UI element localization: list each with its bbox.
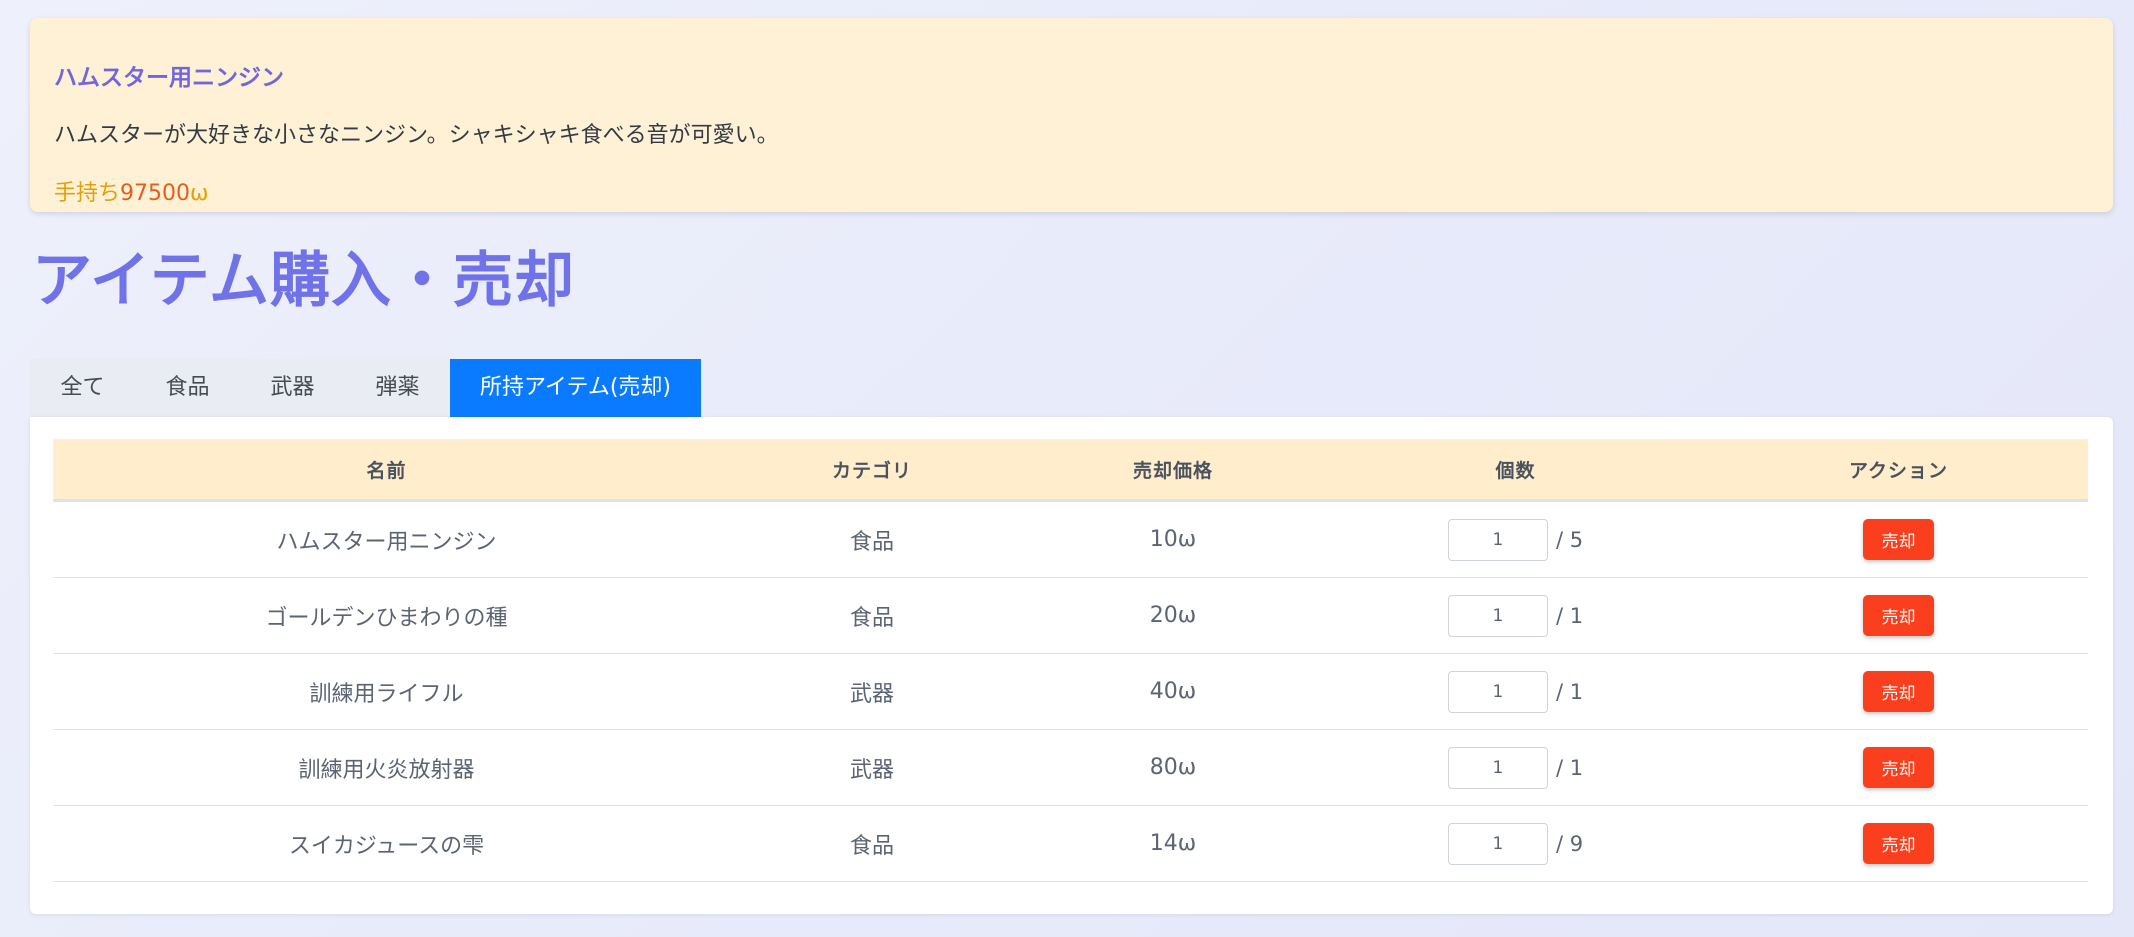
column-header-action: アクション <box>1709 439 2088 502</box>
table-row: ゴールデンひまわりの種 食品 20ω / 1 売却 <box>53 577 2088 654</box>
sell-button[interactable]: 売却 <box>1863 595 1934 636</box>
item-category: 武器 <box>720 653 1024 730</box>
item-name: ゴールデンひまわりの種 <box>53 577 720 654</box>
item-quantity-cell: / 1 <box>1322 577 1709 654</box>
item-category: 武器 <box>720 729 1024 806</box>
tab-owned-items-sell[interactable]: 所持アイテム(売却) <box>450 359 701 417</box>
quantity-max: / 5 <box>1555 527 1584 552</box>
tab-ammo[interactable]: 弾薬 <box>345 359 450 417</box>
item-quantity-cell: / 5 <box>1322 500 1709 578</box>
item-category: 食品 <box>720 577 1024 654</box>
item-info-card: ハムスター用ニンジン ハムスターが大好きな小さなニンジン。シャキシャキ食べる音が… <box>30 18 2113 212</box>
table-row: 訓練用火炎放射器 武器 80ω / 1 売却 <box>53 729 2088 806</box>
item-price: 10ω <box>1024 500 1322 578</box>
item-name: 訓練用ライフル <box>53 653 720 730</box>
sell-button[interactable]: 売却 <box>1863 671 1934 712</box>
column-header-name: 名前 <box>53 439 720 502</box>
item-action-cell: 売却 <box>1709 500 2088 578</box>
item-info-description: ハムスターが大好きな小さなニンジン。シャキシャキ食べる音が可愛い。 <box>54 123 779 148</box>
item-action-cell: 売却 <box>1709 653 2088 730</box>
item-action-cell: 売却 <box>1709 577 2088 654</box>
item-name: ハムスター用ニンジン <box>53 500 720 578</box>
quantity-input[interactable] <box>1447 518 1548 561</box>
tab-weapons[interactable]: 武器 <box>240 359 345 417</box>
quantity-max: / 9 <box>1555 831 1584 856</box>
money-unit: ω <box>190 181 209 206</box>
quantity-input[interactable] <box>1447 670 1548 713</box>
tab-all[interactable]: 全て <box>30 359 135 417</box>
page-title: アイテム購入・売却 <box>32 246 575 316</box>
item-price: 14ω <box>1024 805 1322 882</box>
column-header-quantity: 個数 <box>1322 439 1709 502</box>
item-quantity-cell: / 1 <box>1322 729 1709 806</box>
sell-button[interactable]: 売却 <box>1863 823 1934 864</box>
item-name: スイカジュースの雫 <box>53 805 720 882</box>
item-name: 訓練用火炎放射器 <box>53 729 720 806</box>
column-header-price: 売却価格 <box>1024 439 1322 502</box>
item-price: 80ω <box>1024 729 1322 806</box>
item-info-title: ハムスター用ニンジン <box>54 65 284 91</box>
money-amount: 97500 <box>120 181 191 206</box>
money-label: 手持ち <box>54 181 121 206</box>
quantity-input[interactable] <box>1447 822 1548 865</box>
quantity-max: / 1 <box>1555 679 1584 704</box>
item-action-cell: 売却 <box>1709 805 2088 882</box>
money-display: 手持ち97500ω <box>54 175 208 207</box>
table-header-row: 名前 カテゴリ 売却価格 個数 アクション <box>53 439 2088 502</box>
item-category: 食品 <box>720 500 1024 578</box>
category-tabs: 全て 食品 武器 弾薬 所持アイテム(売却) <box>30 359 701 417</box>
tab-food[interactable]: 食品 <box>135 359 240 417</box>
quantity-input[interactable] <box>1447 746 1548 789</box>
column-header-category: カテゴリ <box>720 439 1024 502</box>
item-category: 食品 <box>720 805 1024 882</box>
quantity-input[interactable] <box>1447 594 1548 637</box>
items-panel: 名前 カテゴリ 売却価格 個数 アクション ハムスター用ニンジン 食品 10ω … <box>30 417 2113 914</box>
item-price: 20ω <box>1024 577 1322 654</box>
item-quantity-cell: / 1 <box>1322 653 1709 730</box>
sell-button[interactable]: 売却 <box>1863 747 1934 788</box>
items-table: 名前 カテゴリ 売却価格 個数 アクション ハムスター用ニンジン 食品 10ω … <box>53 439 2088 882</box>
quantity-max: / 1 <box>1555 755 1584 780</box>
item-action-cell: 売却 <box>1709 729 2088 806</box>
table-row: 訓練用ライフル 武器 40ω / 1 売却 <box>53 653 2088 730</box>
item-price: 40ω <box>1024 653 1322 730</box>
table-row: ハムスター用ニンジン 食品 10ω / 5 売却 <box>53 500 2088 578</box>
item-quantity-cell: / 9 <box>1322 805 1709 882</box>
sell-button[interactable]: 売却 <box>1863 519 1934 560</box>
table-row: スイカジュースの雫 食品 14ω / 9 売却 <box>53 805 2088 882</box>
quantity-max: / 1 <box>1555 603 1584 628</box>
